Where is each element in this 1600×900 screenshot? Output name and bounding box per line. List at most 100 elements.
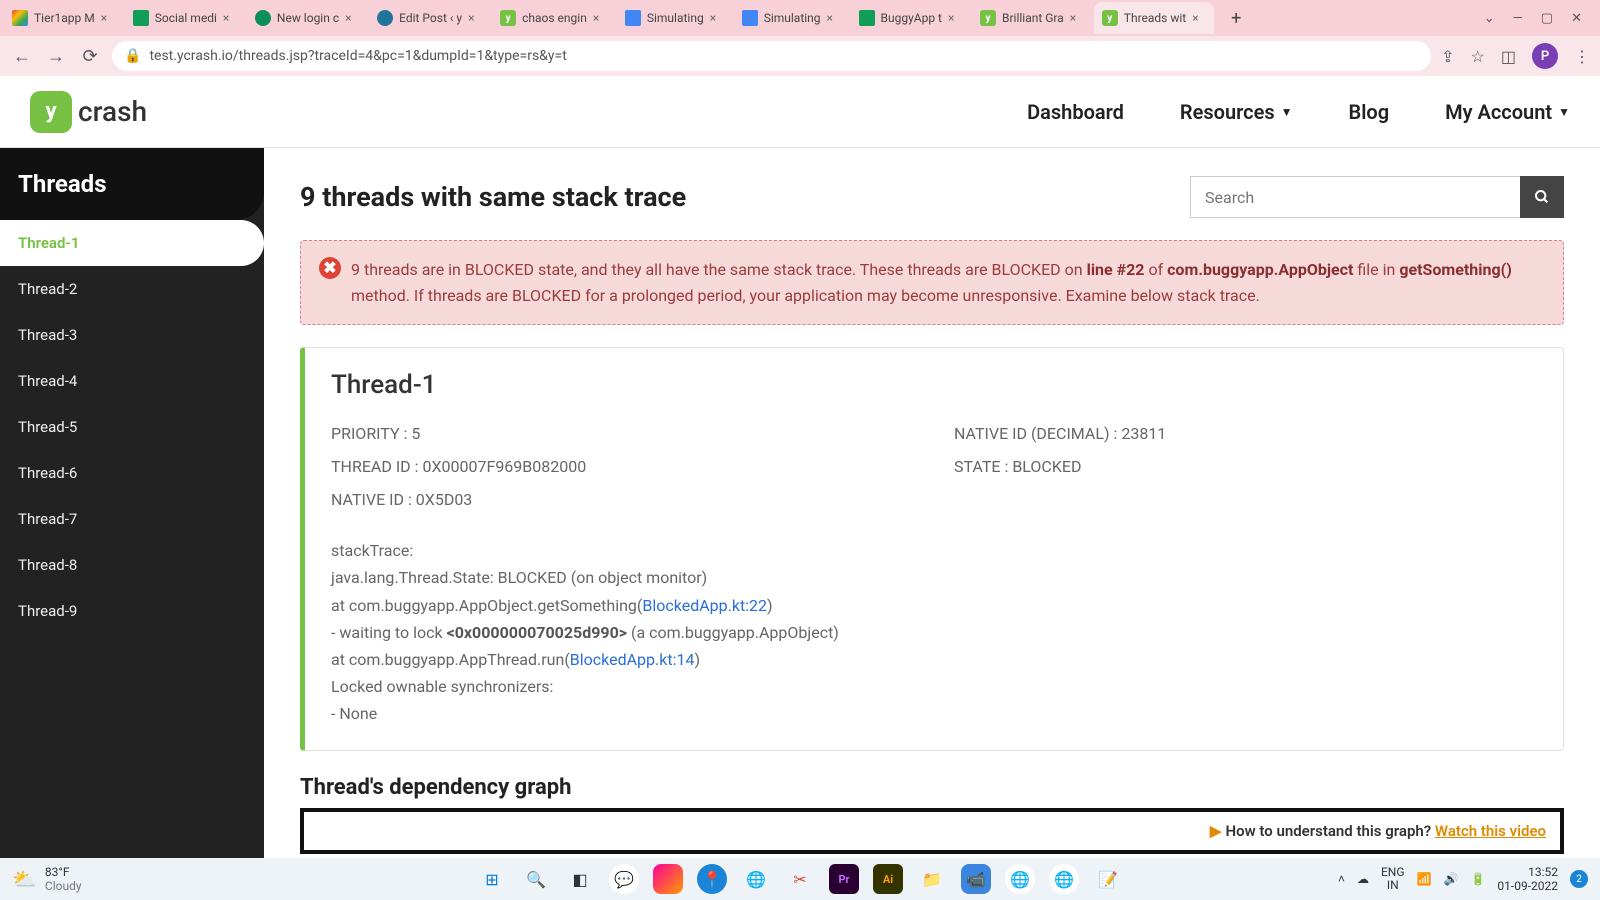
tab-title: Threads wit bbox=[1124, 11, 1186, 25]
alert-segment: of bbox=[1144, 260, 1167, 279]
close-icon[interactable]: × bbox=[593, 11, 607, 25]
chevron-down-icon[interactable]: ⌄ bbox=[1484, 11, 1495, 26]
search-input[interactable] bbox=[1190, 176, 1520, 218]
back-button[interactable]: ← bbox=[10, 44, 34, 68]
sidebar-item-thread-8[interactable]: Thread-8 bbox=[0, 542, 264, 588]
stack-line: - waiting to lock <0x000000070025d990> (… bbox=[331, 619, 1537, 646]
address-bar[interactable]: 🔒 test.ycrash.io/threads.jsp?traceId=4&p… bbox=[112, 41, 1431, 71]
close-icon[interactable]: × bbox=[468, 11, 482, 25]
search-button[interactable] bbox=[1520, 176, 1564, 218]
illustrator-icon[interactable]: Ai bbox=[873, 864, 903, 894]
tab-7[interactable]: BuggyApp t× bbox=[851, 2, 970, 34]
tab-2[interactable]: New login c× bbox=[247, 2, 367, 34]
nav-label: Blog bbox=[1349, 100, 1390, 124]
weather-widget[interactable]: ⛅ 83°F Cloudy bbox=[12, 865, 82, 893]
new-tab-button[interactable]: + bbox=[1222, 4, 1250, 32]
snip-icon[interactable]: ✂ bbox=[785, 864, 815, 894]
nav-resources[interactable]: Resources▼ bbox=[1180, 100, 1293, 124]
sidebar-item-thread-4[interactable]: Thread-4 bbox=[0, 358, 264, 404]
tab-4[interactable]: ychaos engin× bbox=[492, 2, 615, 34]
prop-thread-id: THREAD ID : 0X00007F969B082000 bbox=[331, 457, 914, 476]
extensions-icon[interactable]: ◫ bbox=[1501, 47, 1516, 66]
star-icon[interactable]: ☆ bbox=[1471, 47, 1485, 66]
thread-props: PRIORITY : 5 NATIVE ID (DECIMAL) : 23811… bbox=[331, 424, 1537, 509]
alert-line: line #22 bbox=[1087, 260, 1145, 279]
source-link[interactable]: BlockedApp.kt:22 bbox=[642, 596, 767, 615]
notification-badge[interactable]: 2 bbox=[1570, 870, 1588, 888]
window-controls: ⌄ — ▢ ✕ bbox=[1470, 11, 1596, 26]
dependency-graph-box: ▶How to understand this graph? Watch thi… bbox=[300, 808, 1564, 854]
close-icon[interactable]: × bbox=[827, 11, 841, 25]
sidebar-item-thread-7[interactable]: Thread-7 bbox=[0, 496, 264, 542]
tab-8[interactable]: yBrilliant Gra× bbox=[972, 2, 1092, 34]
source-link[interactable]: BlockedApp.kt:14 bbox=[570, 650, 695, 669]
close-icon[interactable]: × bbox=[345, 11, 359, 25]
tab-9-active[interactable]: yThreads wit× bbox=[1094, 2, 1214, 34]
pin-icon[interactable]: 📍 bbox=[697, 864, 727, 894]
chrome-profile-2-icon[interactable]: 🌐 bbox=[1049, 864, 1079, 894]
cloud-icon[interactable]: ☁ bbox=[1357, 872, 1369, 886]
sidebar-item-thread-1[interactable]: Thread-1 bbox=[0, 220, 264, 266]
menu-icon[interactable]: ⋮ bbox=[1574, 47, 1590, 66]
sidebar-item-thread-3[interactable]: Thread-3 bbox=[0, 312, 264, 358]
instagram-icon[interactable] bbox=[653, 864, 683, 894]
close-window-icon[interactable]: ✕ bbox=[1571, 11, 1582, 26]
tab-title: Brilliant Gra bbox=[1002, 11, 1064, 25]
nav-account[interactable]: My Account▼ bbox=[1445, 100, 1570, 124]
tray-chevron-icon[interactable]: ˄ bbox=[1338, 872, 1345, 886]
content-header: 9 threads with same stack trace bbox=[300, 176, 1564, 218]
sheets-icon bbox=[133, 10, 149, 26]
close-icon[interactable]: × bbox=[1070, 11, 1084, 25]
start-icon[interactable]: ⊞ bbox=[477, 864, 507, 894]
alert-segment: file in bbox=[1353, 260, 1399, 279]
tab-1[interactable]: Social medi× bbox=[125, 2, 245, 34]
search-icon[interactable]: 🔍 bbox=[521, 864, 551, 894]
close-icon[interactable]: × bbox=[1192, 11, 1206, 25]
sidebar-item-thread-6[interactable]: Thread-6 bbox=[0, 450, 264, 496]
content: 9 threads with same stack trace ✖ 9 thre… bbox=[264, 148, 1600, 858]
date-text: 01-09-2022 bbox=[1497, 879, 1558, 893]
close-icon[interactable]: × bbox=[101, 11, 115, 25]
chat-icon[interactable]: 💬 bbox=[609, 864, 639, 894]
close-icon[interactable]: × bbox=[223, 11, 237, 25]
premiere-icon[interactable]: Pr bbox=[829, 864, 859, 894]
wifi-icon[interactable]: 📶 bbox=[1417, 872, 1432, 886]
prop-state: STATE : BLOCKED bbox=[954, 457, 1537, 476]
sidebar-item-thread-9[interactable]: Thread-9 bbox=[0, 588, 264, 634]
tab-title: Simulating bbox=[764, 11, 821, 25]
sidebar-item-thread-5[interactable]: Thread-5 bbox=[0, 404, 264, 450]
sidebar-item-thread-2[interactable]: Thread-2 bbox=[0, 266, 264, 312]
share-icon[interactable]: ⇪ bbox=[1441, 47, 1454, 66]
maximize-icon[interactable]: ▢ bbox=[1541, 11, 1553, 26]
tab-5[interactable]: Simulating× bbox=[617, 2, 732, 34]
reload-button[interactable]: ⟳ bbox=[78, 44, 102, 68]
chrome-icon[interactable]: 🌐 bbox=[741, 864, 771, 894]
tab-6[interactable]: Simulating × bbox=[734, 2, 849, 34]
close-icon[interactable]: × bbox=[948, 11, 962, 25]
url-text: test.ycrash.io/threads.jsp?traceId=4&pc=… bbox=[149, 48, 566, 64]
battery-icon[interactable]: 🔋 bbox=[1470, 872, 1485, 886]
app-header: y crash Dashboard Resources▼ Blog My Acc… bbox=[0, 76, 1600, 148]
volume-icon[interactable]: 🔊 bbox=[1444, 872, 1459, 886]
tab-title: Tier1app M bbox=[34, 11, 95, 25]
explorer-icon[interactable]: 📁 bbox=[917, 864, 947, 894]
taskbar: ⛅ 83°F Cloudy ⊞ 🔍 ◧ 💬 📍 🌐 ✂ Pr Ai 📁 📹 🌐 … bbox=[0, 858, 1600, 900]
logo[interactable]: y crash bbox=[30, 91, 147, 133]
tab-3[interactable]: Edit Post ‹ y × bbox=[369, 2, 490, 34]
tab-0[interactable]: Tier1app M × bbox=[4, 2, 123, 34]
nav-label: Dashboard bbox=[1027, 100, 1124, 124]
profile-avatar[interactable]: P bbox=[1532, 43, 1558, 69]
tab-title: Edit Post ‹ y bbox=[399, 11, 462, 25]
stack-line: Locked ownable synchronizers: bbox=[331, 673, 1537, 700]
watch-video-link[interactable]: Watch this video bbox=[1435, 822, 1546, 840]
forward-button[interactable]: → bbox=[44, 44, 68, 68]
close-icon[interactable]: × bbox=[710, 11, 724, 25]
notepad-icon[interactable]: 📝 bbox=[1093, 864, 1123, 894]
chrome-profile-1-icon[interactable]: 🌐 bbox=[1005, 864, 1035, 894]
clock[interactable]: 13:52 01-09-2022 bbox=[1497, 865, 1558, 894]
zoom-icon[interactable]: 📹 bbox=[961, 864, 991, 894]
taskview-icon[interactable]: ◧ bbox=[565, 864, 595, 894]
nav-blog[interactable]: Blog bbox=[1349, 100, 1390, 124]
nav-dashboard[interactable]: Dashboard bbox=[1027, 100, 1124, 124]
minimize-icon[interactable]: — bbox=[1513, 11, 1523, 26]
